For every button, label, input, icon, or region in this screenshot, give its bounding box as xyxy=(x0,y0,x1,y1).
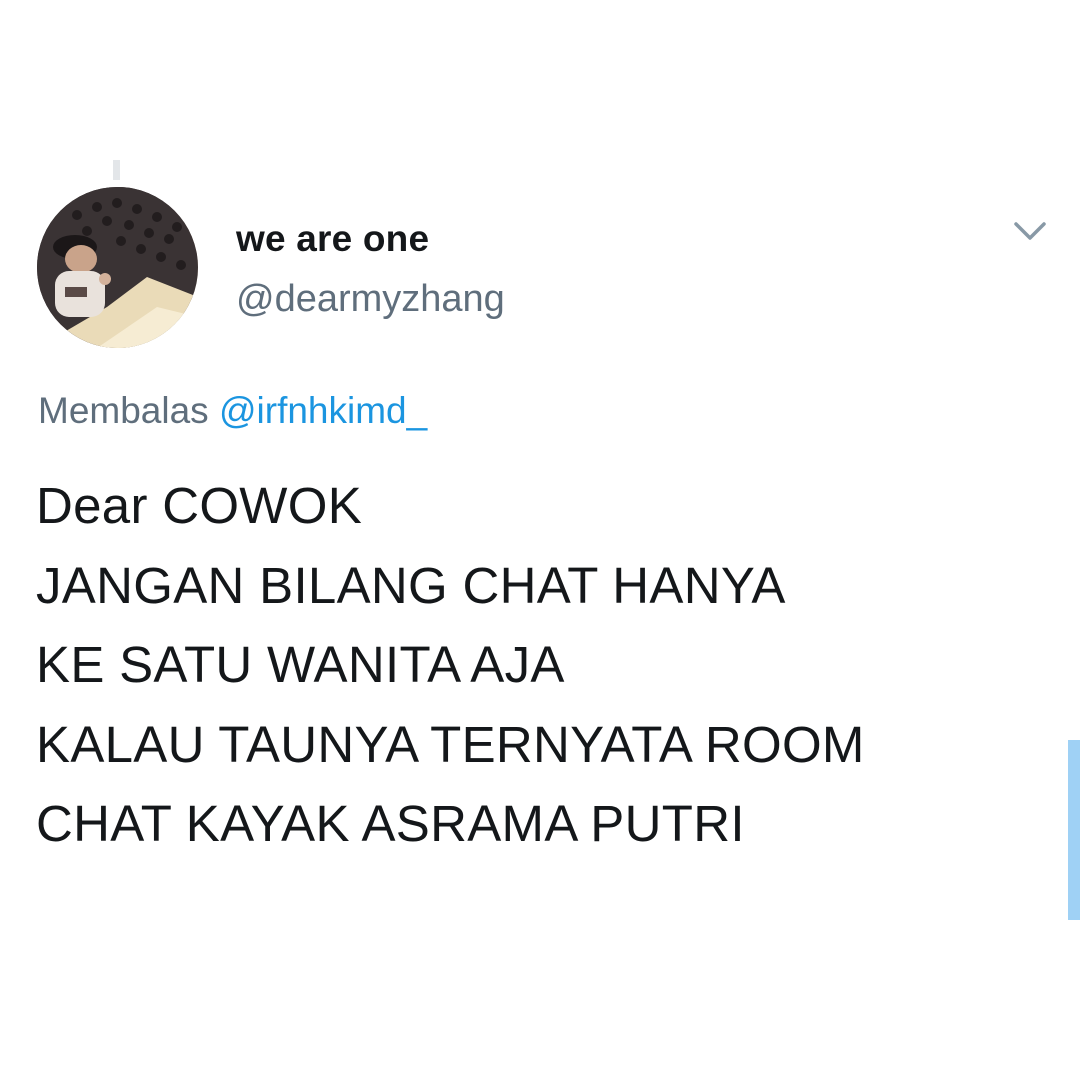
display-name[interactable]: we are one xyxy=(236,218,429,260)
avatar[interactable] xyxy=(37,187,198,348)
tweet-text-line: CHAT KAYAK ASRAMA PUTRI xyxy=(36,795,745,852)
reply-prefix: Membalas xyxy=(38,390,209,431)
scroll-indicator[interactable] xyxy=(1068,740,1080,920)
chevron-down-icon[interactable] xyxy=(1010,215,1050,247)
tweet-text-line: KE SATU WANITA AJA xyxy=(36,636,565,693)
reply-context: Membalas @irfnhkimd_ xyxy=(38,390,427,432)
tweet-text-line: KALAU TAUNYA TERNYATA ROOM xyxy=(36,715,865,773)
tweet-text-line: JANGAN BILANG CHAT HANYA xyxy=(36,556,786,614)
user-handle[interactable]: @dearmyzhang xyxy=(236,278,505,321)
thread-connector-line xyxy=(113,160,120,180)
avatar-photo-icon xyxy=(37,187,198,348)
tweet-text-line: Dear COWOK xyxy=(36,477,363,534)
tweet-text: Dear COWOK JANGAN BILANG CHAT HANYA KE S… xyxy=(36,466,1056,864)
reply-mention-link[interactable]: @irfnhkimd_ xyxy=(219,390,427,431)
